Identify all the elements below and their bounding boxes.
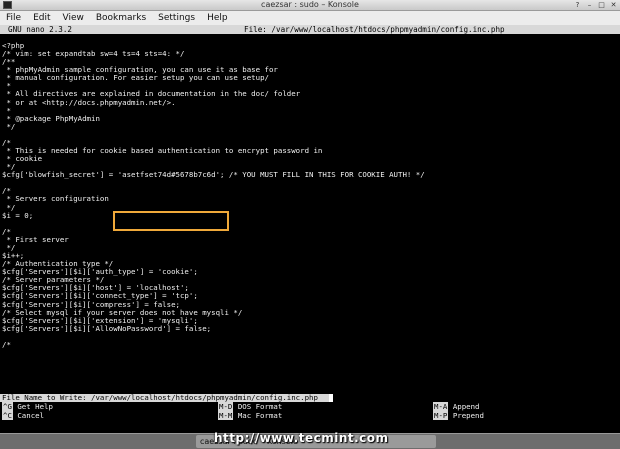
menu-help[interactable]: Help	[201, 11, 234, 25]
editor-line: * Servers configuration	[2, 195, 109, 204]
shortcut-key: M-M	[218, 411, 234, 420]
nano-version: GNU nano 2.3.2	[8, 25, 73, 34]
shortcut-key: M-P	[433, 411, 449, 420]
window-title: caezsar : sudo – Konsole	[261, 0, 359, 9]
editor-line: /*	[2, 340, 11, 349]
editor-line: $i++;	[2, 252, 25, 261]
editor-line: /*	[2, 187, 11, 196]
watermark: http://www.tecmint.com	[214, 431, 389, 445]
shortcut-key: ^C	[2, 411, 13, 420]
editor-line: $cfg['Servers'][$i]['auth_type'] = 'cook…	[2, 268, 198, 277]
menu-view[interactable]: View	[57, 11, 90, 25]
menu-settings[interactable]: Settings	[152, 11, 201, 25]
text-cursor	[329, 394, 333, 402]
save-filename-prompt[interactable]: File Name to Write: /var/www/localhost/h…	[0, 394, 330, 402]
menu-bar: File Edit View Bookmarks Settings Help	[0, 11, 620, 26]
editor-line: */	[2, 203, 16, 212]
secret-highlight-box	[113, 211, 229, 231]
editor-line: <?php	[2, 42, 25, 50]
editor-line: */	[2, 163, 16, 172]
editor-line: /*	[2, 227, 11, 236]
menu-file[interactable]: File	[0, 11, 27, 25]
close-button[interactable]: ✕	[609, 0, 618, 9]
shortcut-label: DOS Format	[237, 402, 283, 411]
nano-file-header: File: /var/www/localhost/htdocs/phpmyadm…	[244, 25, 505, 34]
menu-bookmarks[interactable]: Bookmarks	[90, 11, 152, 25]
editor-line: $i = 0;	[2, 211, 34, 220]
editor-line: $cfg['Servers'][$i]['AllowNoPassword'] =…	[2, 324, 212, 333]
editor-text[interactable]: <?php/* vim: set expandtab sw=4 ts=4 sts…	[2, 42, 618, 349]
editor-line: $cfg['blowfish_secret'] = 'asetfset74d#5…	[2, 171, 425, 180]
window-controls: ? – □ ✕	[573, 0, 618, 10]
shortcut-key: M-D	[218, 402, 234, 411]
editor-line: $cfg['Servers'][$i]['host'] = 'localhost…	[2, 284, 189, 293]
editor-line: $cfg['Servers'][$i]['extension'] = 'mysq…	[2, 316, 198, 325]
shortcut-label: Get Help	[17, 402, 53, 411]
editor-line: /*	[2, 138, 11, 147]
editor-line: /* vim: set expandtab sw=4 ts=4 sts=4: *…	[2, 50, 185, 59]
editor-line: * This is needed for cookie based authen…	[2, 147, 323, 156]
editor-line: * First server	[2, 235, 69, 244]
editor-line: */	[2, 243, 16, 252]
shortcut-label: Prepend	[452, 411, 484, 420]
editor-line: * All directives are explained in docume…	[2, 90, 301, 99]
editor-line: * or at <http://docs.phpmyadmin.net/>.	[2, 98, 176, 107]
editor-line: *	[2, 106, 11, 115]
editor-line: * @package PhpMyAdmin	[2, 114, 100, 123]
editor-line: $cfg['Servers'][$i]['compress'] = false;	[2, 300, 180, 309]
shortcut-label: Mac Format	[237, 411, 283, 420]
shortcut-cancel: ^C Cancel	[2, 411, 45, 421]
terminal-area[interactable]: GNU nano 2.3.2 File: /var/www/localhost/…	[0, 25, 620, 433]
help-button[interactable]: ?	[573, 0, 582, 9]
window-titlebar: caezsar : sudo – Konsole ? – □ ✕	[0, 0, 620, 11]
shortcut-key: M-A	[433, 402, 449, 411]
editor-line: * manual configuration. For easier setup…	[2, 74, 269, 83]
editor-line: * cookie	[2, 155, 43, 164]
shortcut-label: Cancel	[17, 411, 45, 420]
shortcut-bar: ^G Get Help ^C Cancel M-D DOS Format M-M…	[0, 402, 620, 423]
minimize-button[interactable]: –	[585, 0, 594, 9]
editor-line: /* Authentication type */	[2, 260, 114, 269]
editor-line: $cfg['Servers'][$i]['connect_type'] = 't…	[2, 292, 198, 301]
editor-line: /**	[2, 58, 16, 67]
shortcut-label: Append	[452, 402, 480, 411]
nano-header-bar: GNU nano 2.3.2 File: /var/www/localhost/…	[0, 25, 620, 34]
editor-line: */	[2, 122, 16, 131]
editor-line: /* Server parameters */	[2, 276, 105, 285]
maximize-button[interactable]: □	[597, 0, 606, 9]
menu-edit[interactable]: Edit	[27, 11, 56, 25]
shortcut-prepend: M-P Prepend	[433, 411, 484, 421]
shortcut-mac-format: M-M Mac Format	[218, 411, 283, 421]
editor-line: * phpMyAdmin sample configuration, you c…	[2, 66, 278, 75]
editor-line: *	[2, 82, 11, 91]
editor-line: /* Select mysql if your server does not …	[2, 308, 243, 317]
shortcut-key: ^G	[2, 402, 13, 411]
